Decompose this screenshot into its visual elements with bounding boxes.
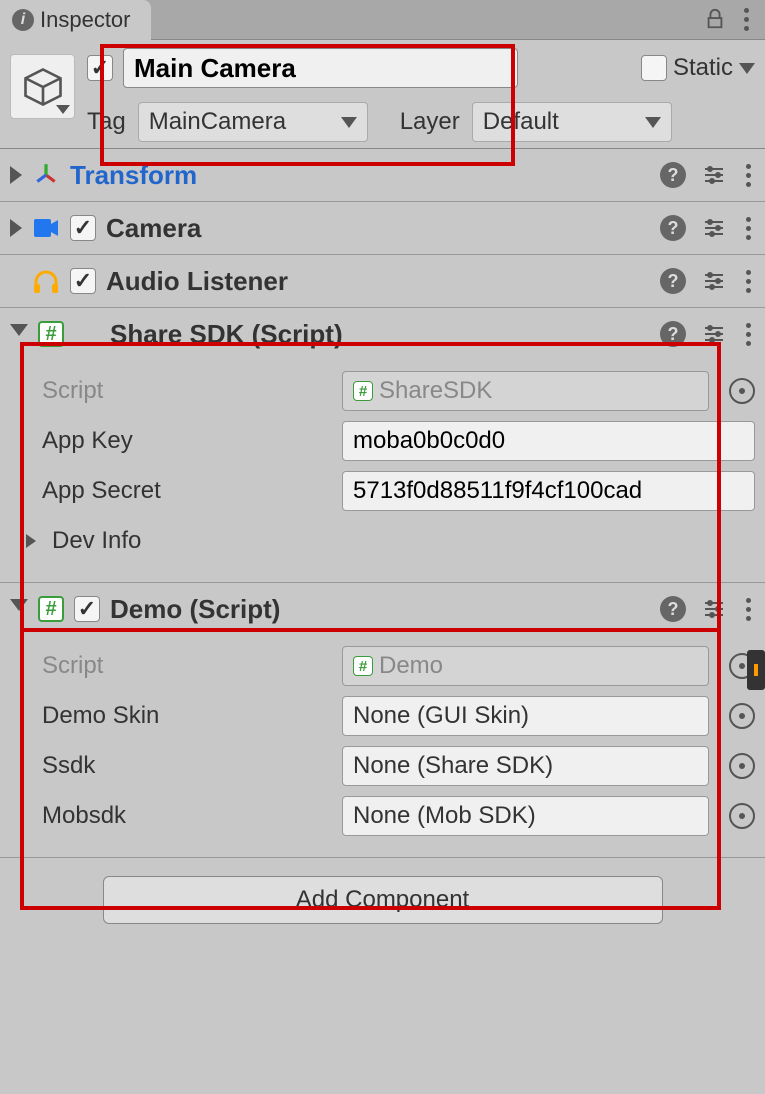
foldout-icon[interactable] <box>10 166 22 184</box>
headphones-icon <box>32 267 60 295</box>
tag-label: Tag <box>87 108 126 136</box>
object-picker-icon[interactable] <box>729 753 755 779</box>
static-label: Static <box>673 54 733 82</box>
script-label: Script <box>42 652 332 680</box>
inspector-tab-label: Inspector <box>40 7 131 33</box>
gameobject-active-checkbox[interactable] <box>87 55 113 81</box>
foldout-icon[interactable] <box>10 324 28 345</box>
preset-icon[interactable] <box>702 163 726 187</box>
demoskin-label: Demo Skin <box>42 702 332 730</box>
mobsdk-value: None (Mob SDK) <box>353 802 536 830</box>
static-dropdown-icon[interactable] <box>739 63 755 74</box>
script-field: # Demo <box>342 646 709 686</box>
preset-icon[interactable] <box>702 597 726 621</box>
gameobject-header: Static Tag MainCamera Layer Default <box>0 40 765 149</box>
demoskin-value: None (GUI Skin) <box>353 702 529 730</box>
transform-icon <box>32 161 60 189</box>
component-demo: # Demo (Script) ? Script # Demo Demo Ski… <box>0 583 765 858</box>
layer-dropdown[interactable]: Default <box>472 102 672 142</box>
script-label: Script <box>42 377 332 405</box>
component-title: Audio Listener <box>106 266 650 297</box>
add-component-label: Add Component <box>296 886 469 914</box>
component-menu-icon[interactable] <box>742 164 755 187</box>
info-icon: i <box>12 9 34 31</box>
help-icon[interactable]: ? <box>660 321 686 347</box>
preset-icon[interactable] <box>702 216 726 240</box>
demoskin-field[interactable]: None (GUI Skin) <box>342 696 709 736</box>
component-camera: Camera ? <box>0 202 765 255</box>
help-icon[interactable]: ? <box>660 215 686 241</box>
object-picker-icon[interactable] <box>729 378 755 404</box>
appsecret-label: App Secret <box>42 477 332 505</box>
component-menu-icon[interactable] <box>742 323 755 346</box>
gameobject-icon[interactable] <box>10 54 75 119</box>
chevron-down-icon <box>645 117 661 128</box>
tag-dropdown[interactable]: MainCamera <box>138 102 368 142</box>
component-title: Share SDK (Script) <box>110 319 650 350</box>
help-icon[interactable]: ? <box>660 162 686 188</box>
appkey-label: App Key <box>42 427 332 455</box>
component-audiolistener: Audio Listener ? <box>0 255 765 308</box>
script-icon: # <box>353 381 373 401</box>
inspector-tab-bar: i Inspector <box>0 0 765 40</box>
ssdk-value: None (Share SDK) <box>353 752 553 780</box>
component-menu-icon[interactable] <box>742 270 755 293</box>
help-icon[interactable]: ? <box>660 596 686 622</box>
devinfo-label: Dev Info <box>52 527 141 555</box>
component-sharesdk: # Share SDK (Script) ? Script # ShareSDK… <box>0 308 765 583</box>
appsecret-input[interactable] <box>342 471 755 511</box>
inspector-tab[interactable]: i Inspector <box>0 0 151 40</box>
script-value: ShareSDK <box>379 377 492 405</box>
add-component-button[interactable]: Add Component <box>103 876 663 924</box>
script-icon: # <box>353 656 373 676</box>
gameobject-name-input[interactable] <box>123 48 518 88</box>
mobsdk-field[interactable]: None (Mob SDK) <box>342 796 709 836</box>
ssdk-field[interactable]: None (Share SDK) <box>342 746 709 786</box>
component-menu-icon[interactable] <box>742 598 755 621</box>
component-title: Demo (Script) <box>110 594 650 625</box>
mobsdk-label: Mobsdk <box>42 802 332 830</box>
script-field: # ShareSDK <box>342 371 709 411</box>
demo-enabled-checkbox[interactable] <box>74 596 100 622</box>
appkey-input[interactable] <box>342 421 755 461</box>
preset-icon[interactable] <box>702 269 726 293</box>
tag-value: MainCamera <box>149 108 286 136</box>
foldout-icon[interactable] <box>26 534 36 548</box>
component-transform: Transform ? <box>0 149 765 202</box>
scrollbar-handle[interactable] <box>747 650 765 690</box>
camera-enabled-checkbox[interactable] <box>70 215 96 241</box>
component-menu-icon[interactable] <box>742 217 755 240</box>
help-icon[interactable]: ? <box>660 268 686 294</box>
script-icon: # <box>38 321 64 347</box>
preset-icon[interactable] <box>702 322 726 346</box>
chevron-down-icon <box>341 117 357 128</box>
layer-value: Default <box>483 108 559 136</box>
component-title: Transform <box>70 160 650 191</box>
lock-icon[interactable] <box>704 8 726 31</box>
ssdk-label: Ssdk <box>42 752 332 780</box>
object-picker-icon[interactable] <box>729 803 755 829</box>
layer-label: Layer <box>400 108 460 136</box>
script-icon: # <box>38 596 64 622</box>
static-checkbox[interactable] <box>641 55 667 81</box>
inspector-menu-icon[interactable] <box>740 8 753 31</box>
gameobject-icon-dropdown-icon <box>56 105 70 114</box>
foldout-icon[interactable] <box>10 599 28 620</box>
foldout-icon[interactable] <box>10 219 22 237</box>
object-picker-icon[interactable] <box>729 703 755 729</box>
script-value: Demo <box>379 652 443 680</box>
camera-icon <box>32 214 60 242</box>
component-title: Camera <box>106 213 650 244</box>
audio-enabled-checkbox[interactable] <box>70 268 96 294</box>
